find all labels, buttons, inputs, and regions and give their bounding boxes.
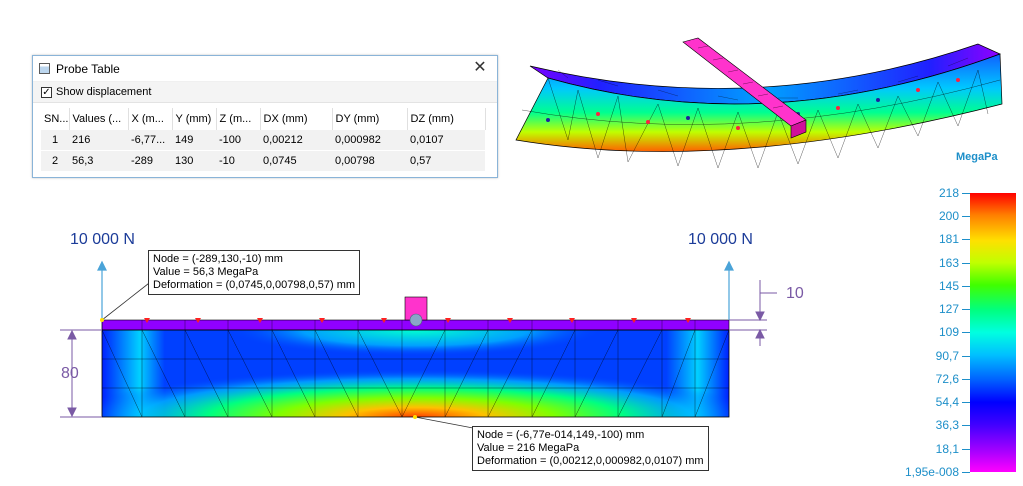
show-displacement-label: Show displacement	[56, 86, 152, 98]
color-scale-bar	[970, 193, 1016, 472]
annotation-deformation: Deformation = (0,00212,0,000982,0,0107) …	[477, 455, 704, 467]
cell-z: -100	[216, 130, 260, 151]
table-row[interactable]: 1 216 -6,77... 149 -100 0,00212 0,000982…	[41, 130, 485, 151]
legend-label: 36,3	[935, 418, 959, 432]
legend-label: 181	[938, 232, 959, 246]
probe-annotation-1: Node = (-6,77e-014,149,-100) mm Value = …	[472, 426, 709, 471]
cell-x: -289	[128, 150, 172, 171]
cell-dx: 0,00212	[260, 130, 332, 151]
show-displacement-row: ✓ Show displacement	[33, 82, 497, 103]
cell-dy: 0,000982	[332, 130, 407, 151]
cell-value: 56,3	[69, 150, 128, 171]
legend-label: 127	[938, 302, 959, 316]
cell-sn: 2	[41, 150, 69, 171]
dimension-height-label: 80	[61, 365, 79, 382]
legend-label: 200	[938, 209, 959, 223]
probe-data-table: SN... Values (... X (m... Y (mm) Z (m...…	[41, 108, 486, 171]
annotation-node: Node = (-289,130,-10) mm	[153, 253, 283, 265]
legend-label: 218	[938, 186, 959, 200]
legend-label: 163	[938, 256, 959, 270]
column-header-z[interactable]: Z (m...	[216, 108, 261, 130]
legend-label: 54,4	[935, 395, 959, 409]
legend-label: 145	[938, 279, 959, 293]
cell-y: 130	[172, 150, 216, 171]
probe-table-title: Probe Table	[56, 61, 120, 76]
cell-dy: 0,00798	[332, 150, 407, 171]
legend-label: 109	[938, 325, 959, 339]
cell-z: -10	[216, 150, 260, 171]
legend-label: 90,7	[935, 349, 959, 363]
legend-unit: MegaPa	[956, 151, 998, 163]
column-header-x[interactable]: X (m...	[128, 108, 173, 130]
cell-dz: 0,57	[407, 150, 485, 171]
probe-table-window: Probe Table ✕ ✓ Show displacement SN... …	[32, 55, 498, 178]
annotation-value: Value = 56,3 MegaPa	[153, 266, 259, 278]
annotation-deformation: Deformation = (0,0745,0,00798,0,57) mm	[153, 279, 356, 291]
column-header-y[interactable]: Y (mm)	[172, 108, 217, 130]
load-label-left: 10 000 N	[70, 231, 135, 248]
annotation-value: Value = 216 MegaPa	[477, 442, 580, 454]
show-displacement-checkbox[interactable]: ✓	[41, 86, 52, 98]
table-row[interactable]: 2 56,3 -289 130 -10 0,0745 0,00798 0,57	[41, 150, 485, 171]
cell-y: 149	[172, 130, 216, 151]
load-label-right: 10 000 N	[688, 231, 753, 248]
probe-annotation-2: Node = (-289,130,-10) mm Value = 56,3 Me…	[148, 250, 361, 295]
cell-x: -6,77...	[128, 130, 172, 151]
cell-dz: 0,0107	[407, 130, 485, 151]
legend-label: 72,6	[935, 372, 959, 386]
cell-dx: 0,0745	[260, 150, 332, 171]
column-header-sn[interactable]: SN...	[41, 108, 70, 130]
beam-3d-view[interactable]	[508, 30, 1008, 180]
column-header-dz[interactable]: DZ (mm)	[407, 108, 486, 130]
dimension-top-label: 10	[786, 285, 804, 302]
column-header-dx[interactable]: DX (mm)	[260, 108, 333, 130]
annotation-node: Node = (-6,77e-014,149,-100) mm	[477, 429, 645, 441]
legend-label: 18,1	[935, 442, 959, 456]
legend-label: 1,95e-008	[904, 465, 959, 479]
cell-sn: 1	[41, 130, 69, 151]
probe-table-titlebar[interactable]: Probe Table ✕	[33, 56, 497, 82]
window-icon	[39, 63, 50, 74]
cell-value: 216	[69, 130, 128, 151]
close-button[interactable]: ✕	[471, 59, 489, 77]
column-header-values[interactable]: Values (...	[69, 108, 129, 130]
column-header-dy[interactable]: DY (mm)	[332, 108, 408, 130]
